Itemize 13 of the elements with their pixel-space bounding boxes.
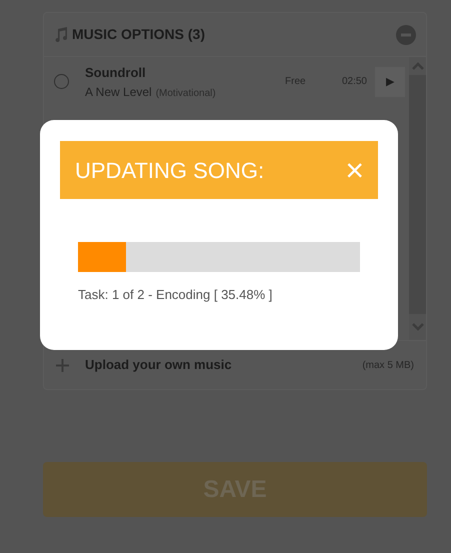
upload-link[interactable]: Upload your own music — [85, 355, 232, 375]
close-button[interactable]: × — [345, 154, 364, 186]
dialog-title: UPDATING SONG: — [75, 156, 264, 184]
play-button[interactable]: ▶ — [375, 66, 405, 97]
song-artist: Soundroll — [85, 64, 147, 82]
plus-icon[interactable] — [56, 358, 69, 372]
progress-status: Task: 1 of 2 - Encoding [ 35.48% ] — [78, 286, 274, 304]
song-radio[interactable] — [54, 74, 69, 90]
section-title: MUSIC OPTIONS (3) — [72, 25, 206, 44]
scroll-up-icon[interactable] — [410, 61, 424, 71]
music-note-icon — [54, 27, 68, 42]
collapse-icon[interactable] — [396, 24, 416, 44]
scroll-down-icon[interactable] — [410, 322, 424, 332]
